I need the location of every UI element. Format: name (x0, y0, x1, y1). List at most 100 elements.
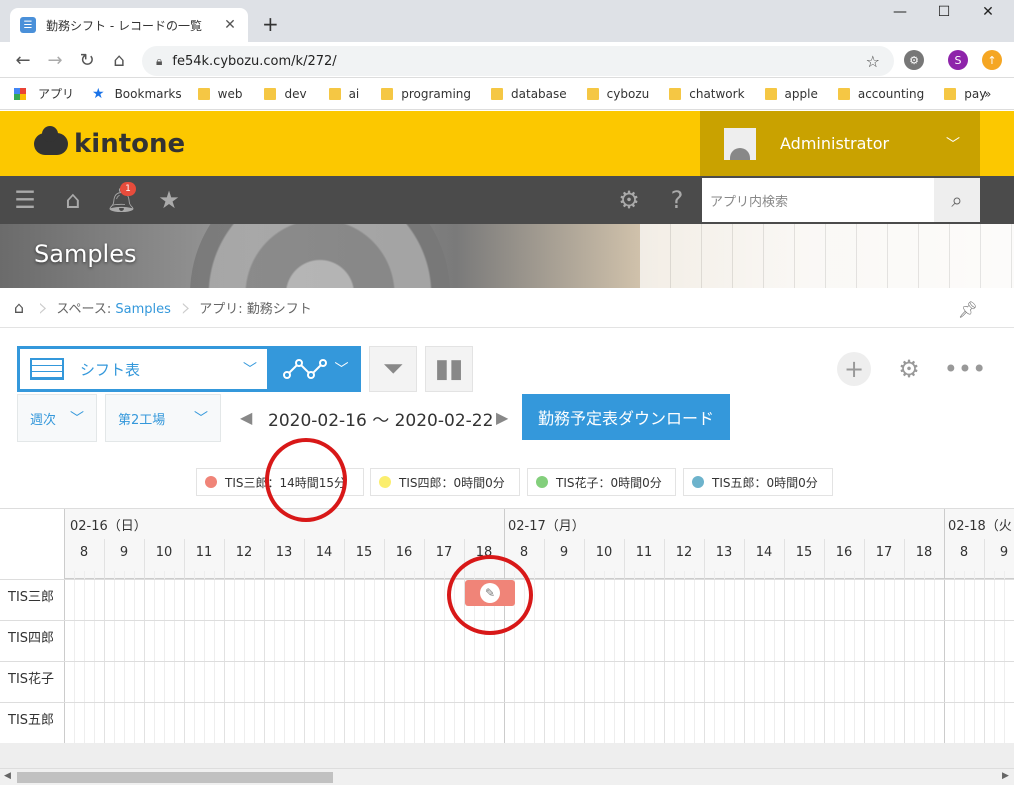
color-dot (205, 476, 217, 488)
bookmark-folder[interactable]: ai (328, 86, 360, 101)
reload-icon[interactable]: ↻ (76, 50, 98, 71)
window-close-icon[interactable]: ✕ (968, 4, 1008, 28)
bookmark-folder[interactable]: cybozu (586, 87, 649, 101)
location-select[interactable]: 第2工場 ﹀ (105, 394, 221, 442)
bookmark-star-icon[interactable]: ☆ (866, 52, 880, 71)
forward-icon[interactable]: → (44, 50, 66, 71)
next-week-icon[interactable]: ▶ (496, 408, 508, 427)
bookmark-apps[interactable]: アプリ (14, 85, 74, 102)
quarter-gridline (574, 571, 575, 743)
hour-label: 14 (315, 545, 333, 560)
url-field[interactable]: 🔒︎ fe54k.cybozu.com/k/272/ ☆ (142, 46, 894, 76)
scroll-left-icon[interactable]: ◀ (4, 771, 11, 781)
graph-view-dropdown[interactable]: ﹀ (270, 346, 361, 392)
back-icon[interactable]: ← (12, 50, 34, 71)
view-dropdown[interactable]: シフト表 ﹀ (20, 349, 267, 389)
hour-gridline (584, 539, 585, 743)
person-column (0, 509, 65, 743)
breadcrumb-space-link[interactable]: Samples (115, 302, 171, 317)
browser-tab[interactable]: ☰ 勤務シフト - レコードの一覧 ✕ (10, 8, 248, 42)
new-tab-icon[interactable]: + (262, 12, 279, 36)
scroll-right-icon[interactable]: ▶ (1002, 771, 1009, 781)
bookmark-label: database (511, 86, 567, 101)
kintone-logo[interactable]: kintone (34, 126, 186, 159)
hour-gridline (304, 539, 305, 743)
quarter-gridline (604, 571, 605, 743)
favorites-star-icon[interactable]: ★ (154, 186, 184, 214)
pin-icon[interactable]: 📌︎ (958, 300, 978, 319)
bookmark-bookmarks[interactable]: ★ Bookmarks (92, 86, 182, 102)
add-record-button[interactable]: + (837, 352, 871, 386)
bookmark-folder[interactable]: accounting (837, 87, 924, 101)
period-select[interactable]: 週次 ﹀ (17, 394, 97, 442)
breadcrumb-space-label: スペース: (56, 302, 116, 317)
folder-icon (764, 87, 777, 100)
download-schedule-button[interactable]: 勤務予定表ダウンロード (522, 394, 730, 440)
hour-label: 12 (675, 545, 693, 560)
bookmark-folder[interactable]: web (197, 87, 242, 101)
line-graph-icon (282, 359, 327, 379)
quarter-gridline (434, 571, 435, 743)
app-search-input[interactable]: アプリ内検索 (702, 178, 934, 222)
quarter-gridline (414, 571, 415, 743)
breadcrumb-home-icon[interactable]: ⌂ (0, 298, 38, 317)
profile-avatar[interactable]: S (948, 50, 968, 70)
home-icon[interactable]: ⌂ (58, 186, 88, 214)
update-icon[interactable]: ↑ (982, 50, 1002, 70)
bookmark-folder[interactable]: dev (264, 87, 307, 101)
row-divider (0, 702, 1014, 703)
app-settings-button[interactable]: ⚙ (892, 352, 926, 386)
quarter-gridline (404, 571, 405, 743)
quarter-gridline (244, 571, 245, 743)
quarter-gridline (324, 571, 325, 743)
bookmark-folder[interactable]: chatwork (669, 87, 745, 101)
search-icon: ⌕ (951, 188, 963, 212)
view-selector[interactable]: シフト表 ﹀ ﹀ (17, 346, 361, 392)
bookmark-folder[interactable]: database (491, 87, 567, 101)
quarter-gridline (74, 571, 75, 743)
hour-gridline (664, 539, 665, 743)
quarter-gridline (234, 571, 235, 743)
home-icon[interactable]: ⌂ (108, 50, 130, 71)
bookmark-folder[interactable]: programing (381, 87, 471, 101)
more-options-button[interactable]: ••• (944, 352, 986, 386)
graph-button[interactable]: ▮▮ (425, 346, 473, 392)
folder-icon (328, 87, 341, 100)
search-button[interactable]: ⌕ (934, 178, 980, 222)
bookmark-label: ai (348, 86, 360, 101)
annotation-circle (447, 555, 533, 635)
quarter-gridline (934, 571, 935, 743)
quarter-gridline (964, 571, 965, 743)
hour-gridline (784, 539, 785, 743)
horizontal-scrollbar[interactable]: ◀ ▶ (0, 768, 1014, 785)
breadcrumb-separator: › (180, 292, 192, 323)
bookmark-folder[interactable]: pay (944, 87, 986, 101)
quarter-gridline (614, 571, 615, 743)
close-icon[interactable]: ✕ (222, 17, 238, 33)
minimize-icon[interactable]: — (880, 4, 920, 28)
filter-button[interactable]: ⏷ (369, 346, 417, 392)
help-icon[interactable]: ? (662, 186, 692, 214)
gear-icon[interactable]: ⚙ (614, 186, 644, 214)
extension-icon[interactable]: ⚙ (904, 50, 924, 70)
maximize-icon[interactable]: ☐ (924, 4, 964, 28)
hour-gridline (344, 539, 345, 743)
legend-text: TIS花子：0時間0分 (556, 475, 662, 490)
filter-icon: ⏷ (382, 353, 404, 384)
hour-label: 16 (835, 545, 853, 560)
scrollbar-thumb[interactable] (17, 772, 333, 783)
logo-text: kintone (74, 129, 186, 159)
user-menu[interactable]: Administrator ﹀ (700, 111, 980, 176)
prev-week-icon[interactable]: ◀ (240, 408, 252, 427)
bookmark-folder[interactable]: apple (764, 87, 818, 101)
quarter-gridline (374, 571, 375, 743)
quarter-gridline (364, 571, 365, 743)
quarter-gridline (594, 571, 595, 743)
quarter-gridline (284, 571, 285, 743)
folder-icon (669, 87, 682, 100)
menu-icon[interactable]: ☰ (10, 186, 40, 214)
legend-text: TIS五郎：0時間0分 (712, 475, 818, 490)
chevron-down-icon: ﹀ (946, 136, 960, 153)
more-bookmarks-icon[interactable]: » (984, 87, 991, 101)
hour-label: 14 (755, 545, 773, 560)
